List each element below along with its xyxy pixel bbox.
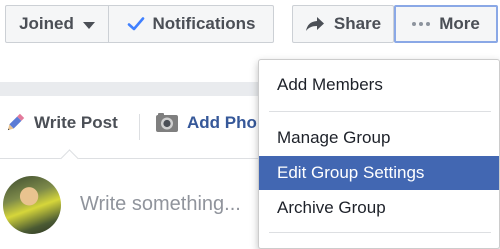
add-photo-label: Add Pho — [187, 113, 257, 132]
menu-item-add-members[interactable]: Add Members — [259, 68, 499, 102]
menu-item-manage-group[interactable]: Manage Group — [259, 121, 499, 155]
menu-separator — [269, 111, 491, 112]
tab-divider — [139, 114, 140, 140]
share-label: Share — [333, 14, 382, 33]
more-button[interactable]: More — [394, 5, 498, 43]
check-icon — [127, 16, 145, 32]
joined-label: Joined — [19, 14, 74, 33]
tab-add-photo[interactable]: Add Pho — [155, 112, 257, 134]
share-arrow-icon — [305, 16, 325, 32]
write-post-label: Write Post — [34, 113, 118, 132]
caret-down-icon — [82, 21, 95, 29]
avatar[interactable] — [3, 176, 61, 234]
more-dropdown-menu: Add Members Manage Group Edit Group Sett… — [258, 59, 500, 249]
joined-button[interactable]: Joined — [5, 5, 109, 43]
more-label: More — [439, 14, 480, 33]
group-action-bar: Joined Notifications Share More — [0, 0, 500, 56]
write-something-input[interactable]: Write something... — [80, 193, 241, 216]
pencil-icon — [4, 112, 26, 134]
tab-write-post[interactable]: Write Post — [4, 112, 118, 134]
share-button[interactable]: Share — [292, 5, 394, 43]
more-dots-icon — [412, 22, 431, 26]
menu-separator — [269, 232, 491, 233]
menu-item-edit-group-settings[interactable]: Edit Group Settings — [259, 156, 499, 190]
menu-item-archive-group[interactable]: Archive Group — [259, 191, 499, 225]
camera-icon — [155, 112, 179, 134]
notifications-label: Notifications — [152, 14, 256, 33]
notifications-button[interactable]: Notifications — [108, 5, 274, 43]
